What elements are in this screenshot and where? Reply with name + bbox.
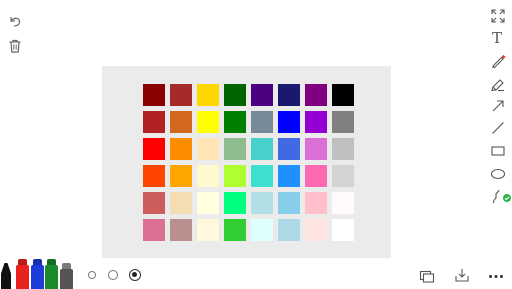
- color-swatch[interactable]: [170, 84, 192, 106]
- marker-pen[interactable]: [45, 259, 58, 289]
- color-swatch[interactable]: [197, 192, 219, 214]
- color-swatch[interactable]: [197, 219, 219, 241]
- stroke-size-large[interactable]: [129, 269, 141, 281]
- color-swatch[interactable]: [278, 165, 300, 187]
- active-check-badge: [503, 187, 511, 202]
- marker-pen[interactable]: [60, 263, 73, 289]
- color-swatch[interactable]: [197, 84, 219, 106]
- color-swatch[interactable]: [305, 192, 327, 214]
- color-swatch[interactable]: [197, 165, 219, 187]
- color-swatch[interactable]: [197, 111, 219, 133]
- color-swatch[interactable]: [305, 84, 327, 106]
- palette-row: [143, 219, 359, 241]
- text-tool-icon[interactable]: T: [492, 31, 502, 46]
- palette-row: [143, 165, 359, 187]
- marker-pen[interactable]: [16, 259, 29, 289]
- fullscreen-icon[interactable]: [490, 8, 506, 24]
- line-tool-icon[interactable]: [490, 120, 506, 136]
- color-swatch[interactable]: [332, 192, 354, 214]
- color-swatch[interactable]: [170, 165, 192, 187]
- color-swatch[interactable]: [224, 165, 246, 187]
- color-swatch[interactable]: [332, 219, 354, 241]
- trash-icon[interactable]: [7, 38, 23, 54]
- color-swatch[interactable]: [332, 165, 354, 187]
- color-swatch[interactable]: [224, 111, 246, 133]
- pen-cap: [62, 263, 71, 269]
- color-swatch[interactable]: [251, 219, 273, 241]
- download-icon[interactable]: [454, 267, 470, 283]
- pen-cap: [18, 259, 27, 265]
- color-swatch[interactable]: [251, 84, 273, 106]
- color-swatch[interactable]: [170, 192, 192, 214]
- color-swatch[interactable]: [278, 84, 300, 106]
- color-swatch[interactable]: [332, 138, 354, 160]
- color-swatch[interactable]: [170, 138, 192, 160]
- color-palette-grid: [143, 84, 359, 246]
- color-swatch[interactable]: [197, 138, 219, 160]
- highlighter-tool-icon[interactable]: [490, 76, 506, 92]
- layers-icon[interactable]: [419, 268, 435, 284]
- ellipse-tool-icon[interactable]: [490, 166, 506, 182]
- color-swatch[interactable]: [251, 192, 273, 214]
- color-swatch[interactable]: [224, 219, 246, 241]
- color-swatch[interactable]: [305, 138, 327, 160]
- more-icon[interactable]: [488, 268, 504, 284]
- color-swatch[interactable]: [143, 165, 165, 187]
- color-swatch[interactable]: [251, 138, 273, 160]
- color-swatch[interactable]: [278, 111, 300, 133]
- arrow-tool-icon[interactable]: [490, 98, 506, 114]
- color-swatch[interactable]: [224, 138, 246, 160]
- pen-tool-icon[interactable]: [490, 53, 506, 69]
- stroke-size-medium[interactable]: [108, 270, 118, 280]
- pen-cap: [33, 259, 42, 265]
- color-swatch[interactable]: [143, 138, 165, 160]
- stroke-size-small[interactable]: [88, 271, 96, 279]
- rectangle-tool-icon[interactable]: [490, 143, 506, 159]
- color-swatch[interactable]: [170, 111, 192, 133]
- stroke-size-selected-dot: [132, 272, 137, 277]
- color-swatch[interactable]: [251, 111, 273, 133]
- color-swatch[interactable]: [278, 219, 300, 241]
- color-swatch[interactable]: [278, 138, 300, 160]
- palette-row: [143, 192, 359, 214]
- color-swatch[interactable]: [305, 111, 327, 133]
- color-swatch[interactable]: [143, 111, 165, 133]
- color-swatch[interactable]: [332, 111, 354, 133]
- undo-icon[interactable]: [7, 13, 23, 29]
- canvas-panel[interactable]: [102, 66, 391, 258]
- color-swatch[interactable]: [332, 84, 354, 106]
- color-swatch[interactable]: [251, 165, 273, 187]
- color-swatch[interactable]: [143, 84, 165, 106]
- color-swatch[interactable]: [305, 165, 327, 187]
- color-swatch[interactable]: [143, 192, 165, 214]
- color-swatch[interactable]: [305, 219, 327, 241]
- color-swatch[interactable]: [278, 192, 300, 214]
- color-swatch[interactable]: [224, 192, 246, 214]
- color-swatch[interactable]: [224, 84, 246, 106]
- palette-row: [143, 138, 359, 160]
- color-swatch[interactable]: [143, 219, 165, 241]
- palette-row: [143, 84, 359, 106]
- pen-cap: [47, 259, 56, 265]
- color-swatch[interactable]: [170, 219, 192, 241]
- palette-row: [143, 111, 359, 133]
- marker-pen[interactable]: [31, 259, 44, 289]
- marker-pen[interactable]: [1, 263, 11, 289]
